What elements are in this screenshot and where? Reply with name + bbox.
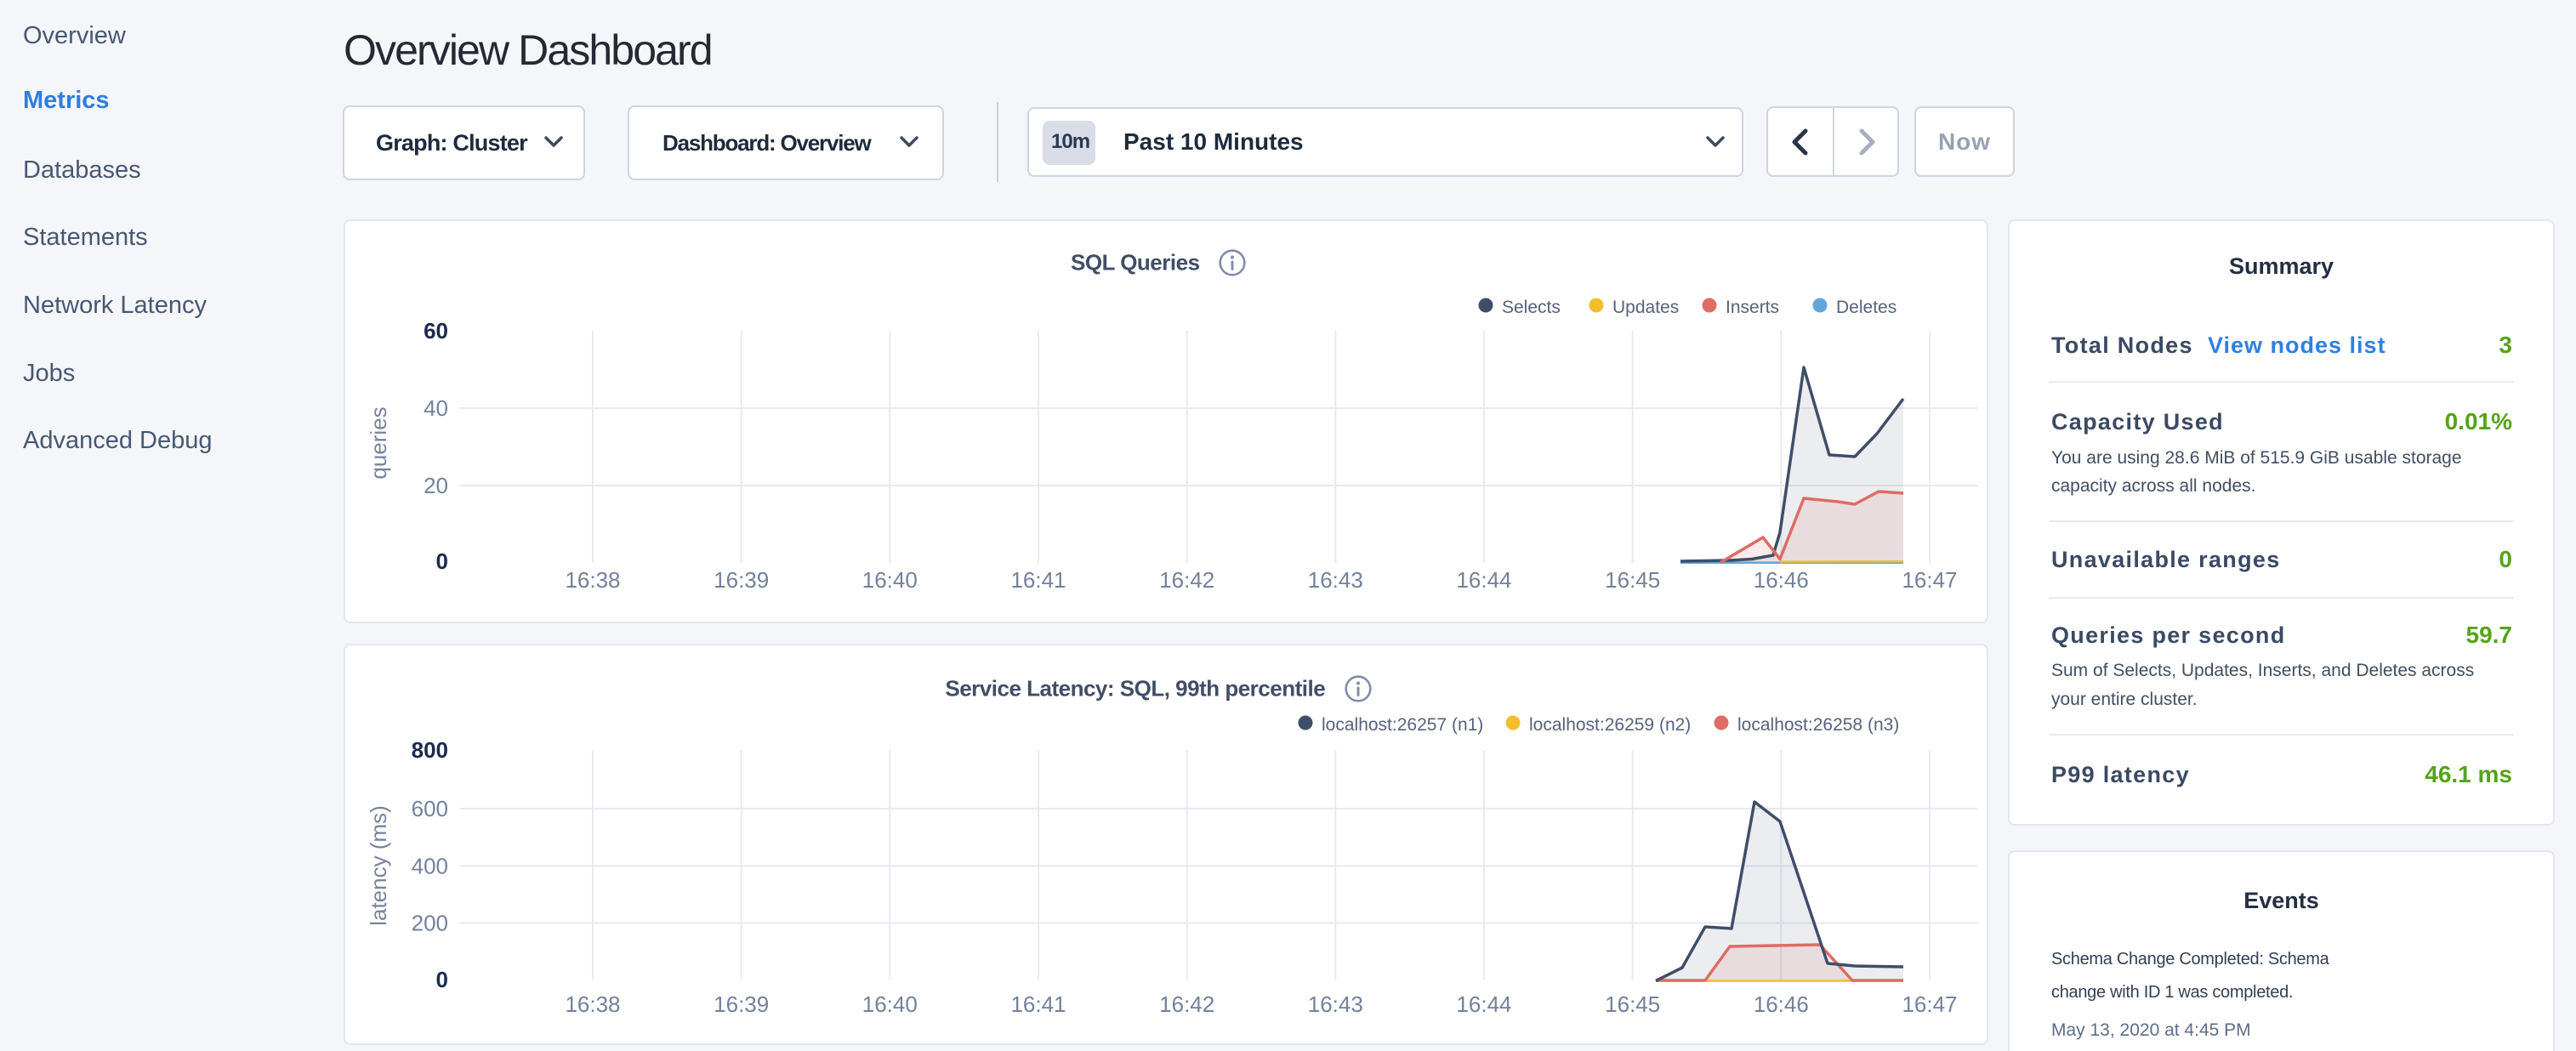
svg-text:16:43: 16:43	[1308, 991, 1363, 1017]
svg-text:600: 600	[412, 796, 448, 821]
svg-text:Inserts: Inserts	[1726, 298, 1779, 317]
svg-text:800: 800	[412, 737, 448, 763]
svg-text:60: 60	[424, 318, 448, 344]
svg-text:Deletes: Deletes	[1836, 298, 1896, 317]
svg-text:16:46: 16:46	[1754, 991, 1809, 1017]
svg-text:16:45: 16:45	[1605, 567, 1660, 593]
svg-text:latency (ms): latency (ms)	[366, 805, 391, 926]
svg-text:16:45: 16:45	[1605, 991, 1660, 1017]
svg-text:16:42: 16:42	[1159, 567, 1214, 593]
svg-text:16:42: 16:42	[1159, 991, 1214, 1017]
svg-text:queries: queries	[366, 406, 391, 479]
svg-text:16:47: 16:47	[1902, 991, 1957, 1017]
svg-text:localhost:26259 (n2): localhost:26259 (n2)	[1529, 715, 1691, 735]
svg-text:40: 40	[424, 395, 448, 421]
svg-text:0: 0	[436, 548, 448, 574]
svg-text:16:47: 16:47	[1902, 567, 1957, 593]
svg-text:16:44: 16:44	[1456, 991, 1511, 1017]
svg-text:localhost:26257 (n1): localhost:26257 (n1)	[1322, 715, 1483, 735]
svg-text:16:38: 16:38	[565, 567, 620, 593]
svg-text:200: 200	[412, 911, 448, 936]
svg-text:400: 400	[412, 854, 448, 879]
svg-text:16:46: 16:46	[1754, 567, 1809, 593]
svg-text:16:44: 16:44	[1456, 567, 1511, 593]
svg-text:16:40: 16:40	[862, 567, 918, 593]
svg-text:0: 0	[436, 967, 448, 992]
svg-text:16:41: 16:41	[1010, 991, 1066, 1017]
svg-text:Selects: Selects	[1502, 298, 1561, 317]
svg-text:Updates: Updates	[1612, 298, 1679, 317]
svg-text:localhost:26258 (n3): localhost:26258 (n3)	[1737, 715, 1899, 735]
svg-text:16:40: 16:40	[862, 991, 918, 1017]
svg-text:20: 20	[424, 473, 448, 498]
svg-text:16:41: 16:41	[1010, 567, 1066, 593]
svg-text:16:39: 16:39	[714, 991, 769, 1017]
svg-text:16:43: 16:43	[1308, 567, 1363, 593]
svg-text:16:39: 16:39	[714, 567, 769, 593]
svg-text:16:38: 16:38	[565, 991, 620, 1017]
